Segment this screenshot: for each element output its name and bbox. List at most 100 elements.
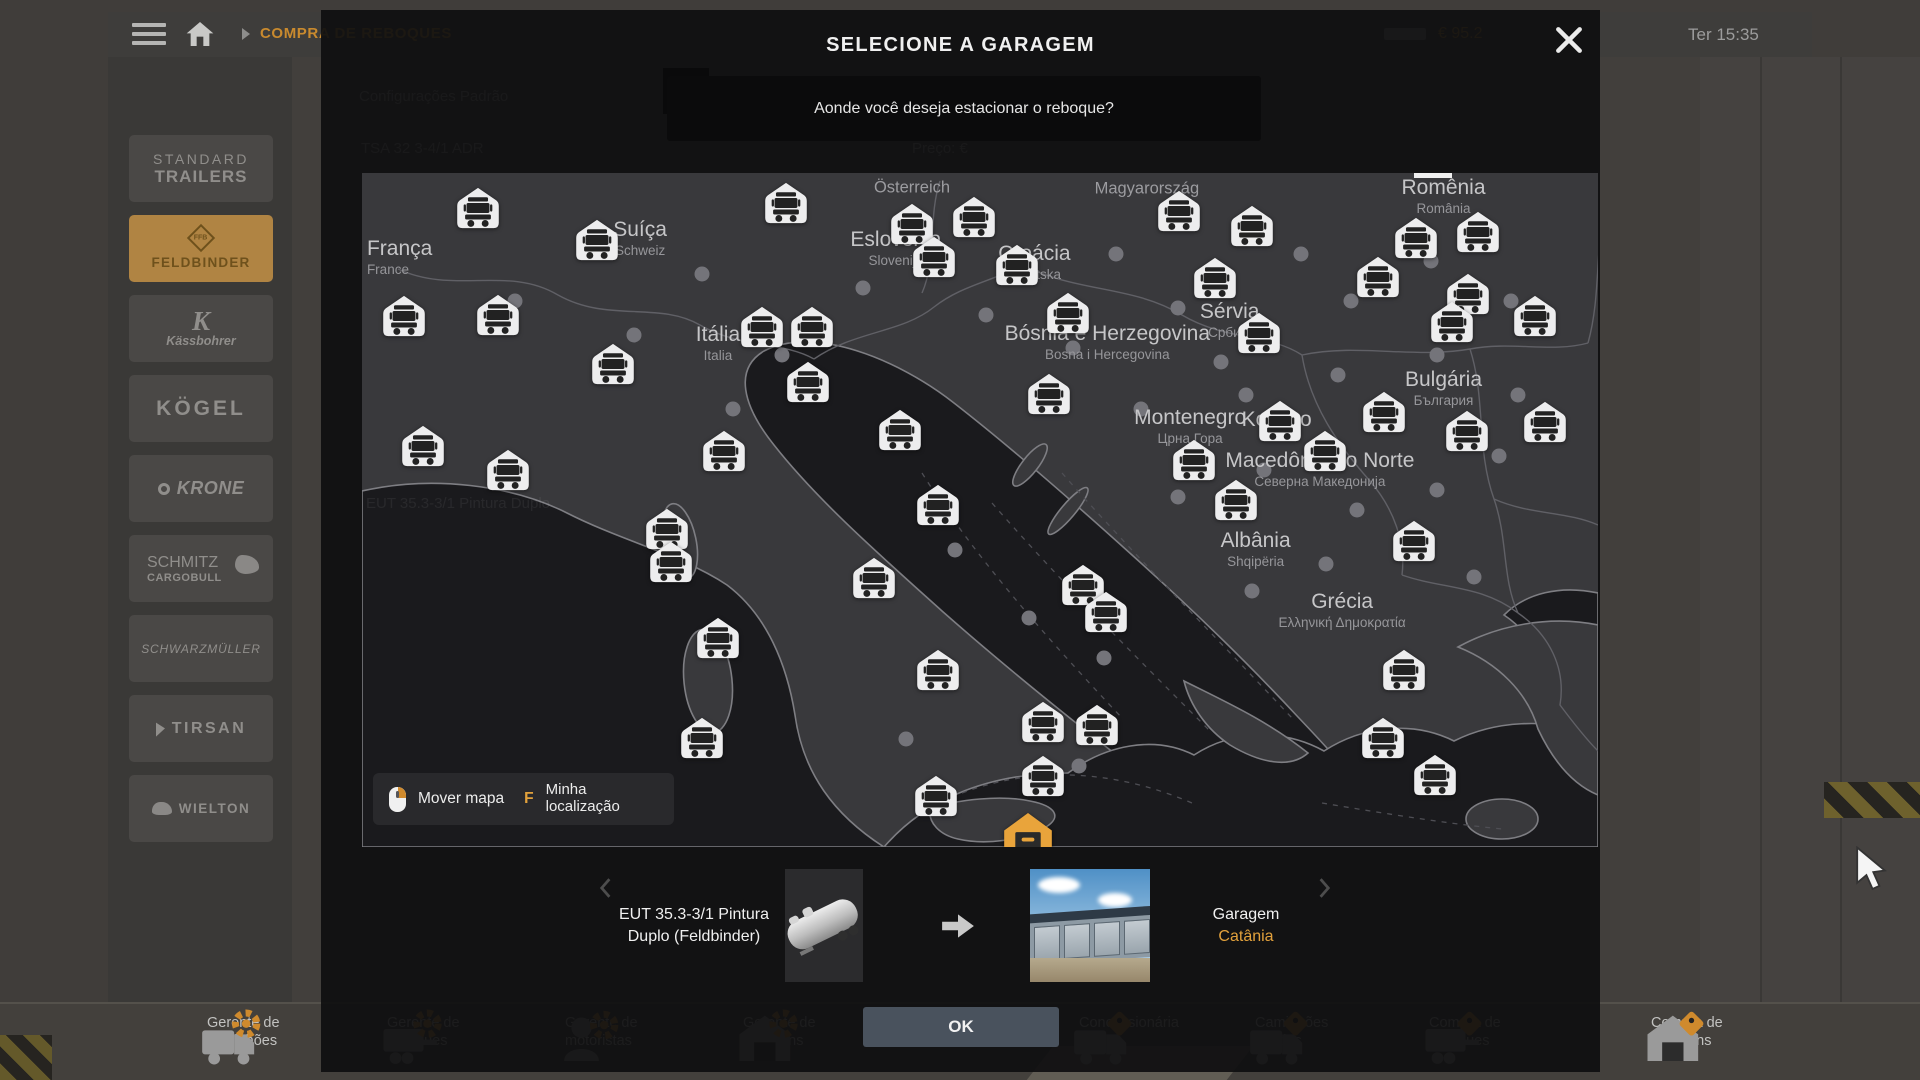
camel-icon — [152, 802, 172, 815]
garage-marker-icon[interactable] — [877, 408, 923, 451]
garage-marker-icon[interactable] — [789, 305, 835, 348]
city-dot — [1238, 388, 1253, 403]
garage-marker-icon[interactable] — [911, 236, 957, 279]
country-name: Romênia — [1401, 176, 1485, 200]
garage-marker-icon[interactable] — [1522, 401, 1568, 444]
garage-marker-icon[interactable] — [590, 342, 636, 385]
sidebar-brand-kassbohrer[interactable]: KKässbohrer — [129, 295, 273, 362]
garage-marker-icon[interactable] — [1026, 373, 1072, 416]
garage-marker-icon[interactable] — [1171, 439, 1217, 482]
country-name: Albânia — [1221, 529, 1291, 553]
country-name: Grécia — [1279, 590, 1406, 614]
garage-marker-icon[interactable] — [1074, 704, 1120, 747]
garage-marker-icon[interactable] — [1156, 189, 1202, 232]
garage-marker-icon[interactable] — [1192, 257, 1238, 300]
hamburger-menu-icon[interactable] — [132, 23, 166, 47]
garage-marker-icon[interactable] — [679, 717, 725, 760]
garage-marker-icon[interactable] — [1512, 294, 1558, 337]
garage-marker-icon[interactable] — [1229, 204, 1275, 247]
garage-marker-icon[interactable] — [1045, 291, 1091, 334]
garage-marker-icon[interactable] — [1213, 478, 1259, 521]
sidebar-brand-schmitz[interactable]: SCHMITZCARGOBULL — [129, 535, 273, 602]
garage-map[interactable]: ÖsterreichMagyarországRomêniaRomâniaSuíç… — [362, 173, 1598, 847]
key-hint-f[interactable]: F — [524, 790, 533, 808]
garage-label: Garagem — [1213, 906, 1280, 924]
home-icon[interactable] — [184, 18, 216, 50]
garage-marker-icon[interactable] — [785, 360, 831, 403]
garage-marker-icon[interactable] — [400, 424, 446, 467]
sidebar-brand-krone[interactable]: KRONE — [129, 455, 273, 522]
garage-marker-icon[interactable] — [1381, 648, 1427, 691]
city-dot — [1170, 489, 1185, 504]
country-label-osterreich: Österreich — [874, 178, 950, 197]
garage-marker-icon[interactable] — [485, 449, 531, 492]
garage-marker-icon[interactable] — [1302, 429, 1348, 472]
mouse-icon — [389, 787, 406, 812]
country-label-grecia: GréciaΕλληνική Δημοκρατία — [1279, 590, 1406, 630]
garage-marker-icon[interactable] — [851, 557, 897, 600]
garage-marker-icon[interactable] — [701, 429, 747, 472]
garage-marker-icon[interactable] — [913, 774, 959, 817]
mouse-cursor-icon — [1852, 846, 1890, 892]
my-location-label[interactable]: Minha localização — [546, 782, 658, 816]
country-native-name: Bosna i Hercegovina — [1005, 347, 1210, 362]
krone-ring-icon — [158, 483, 170, 495]
garage-marker-icon[interactable] — [1455, 210, 1501, 253]
garage-marker-icon[interactable] — [1412, 753, 1458, 796]
garage-marker-icon[interactable] — [739, 305, 785, 348]
garage-marker-icon[interactable] — [1236, 312, 1282, 355]
garage-marker-icon[interactable] — [1391, 520, 1437, 563]
arrow-right-icon — [940, 911, 976, 941]
sidebar-brand-tirsan[interactable]: TIRSAN — [129, 695, 273, 762]
garage-marker-icon[interactable] — [455, 187, 501, 230]
garage-marker-icon[interactable] — [1355, 255, 1401, 298]
garage-marker-icon[interactable] — [1257, 400, 1303, 443]
question-box: Aonde você deseja estacionar o reboque? — [667, 76, 1261, 141]
garage-marker-icon[interactable] — [1083, 591, 1129, 634]
selected-garage-marker-icon[interactable] — [1001, 811, 1055, 847]
garage-marker-icon[interactable] — [1360, 717, 1406, 760]
city-dot — [948, 543, 963, 558]
brand-label: STANDARD — [153, 151, 249, 167]
garage-marker-icon[interactable] — [1020, 701, 1066, 744]
sidebar-brand-feldbinder[interactable]: FFBFELDBINDER — [129, 215, 273, 282]
nav-gerente-de-caminhoes[interactable]: Gerente de caminhões — [152, 1000, 311, 1064]
garage-marker-icon[interactable] — [695, 617, 741, 660]
nav-compra-de-garagens[interactable]: Compra de garagens — [1596, 1000, 1755, 1064]
ok-button[interactable]: OK — [863, 1007, 1059, 1047]
country-native-name: Shqipëria — [1221, 554, 1291, 569]
garage-marker-icon[interactable] — [1361, 390, 1407, 433]
garage-marker-icon[interactable] — [1444, 410, 1490, 453]
garage-photo — [1030, 869, 1150, 982]
sidebar-brand-schwarzmuller[interactable]: SCHWARZMÜLLER — [129, 615, 273, 682]
move-map-label: Mover mapa — [418, 790, 504, 808]
country-label-bosnia-e-herzegovina: Bósnia e HerzegovinaBosna i Hercegovina — [1005, 322, 1210, 362]
garage-marker-icon[interactable] — [574, 218, 620, 261]
garage-marker-icon[interactable] — [915, 483, 961, 526]
garage-marker-icon[interactable] — [1393, 216, 1439, 259]
brand-label: WIELTON — [179, 801, 251, 816]
garage-marker-icon[interactable] — [915, 648, 961, 691]
chevron-right-icon[interactable] — [1318, 877, 1332, 899]
garage-marker-icon[interactable] — [1429, 300, 1475, 343]
garage-marker-icon[interactable] — [994, 243, 1040, 286]
garage-marker-icon[interactable] — [475, 293, 521, 336]
sidebar-brand-standard-trailers[interactable]: STANDARDTRAILERS — [129, 135, 273, 202]
country-native-name: Italia — [696, 348, 740, 363]
garage-marker-icon[interactable] — [381, 294, 427, 337]
kassbohrer-k-icon: K — [192, 309, 210, 333]
sidebar-brand-wielton[interactable]: WIELTON — [129, 775, 273, 842]
brand-label: Kässbohrer — [166, 334, 235, 348]
garage-marker-icon[interactable] — [648, 540, 694, 583]
sidebar-brand-kogel[interactable]: KÖGEL — [129, 375, 273, 442]
city-dot — [1071, 759, 1086, 774]
garage-marker-icon[interactable] — [1020, 755, 1066, 798]
close-icon[interactable] — [1553, 24, 1585, 56]
trailer-name: EUT 35.3-3/1 Pintura Duplo (Feldbinder) — [602, 869, 786, 982]
garage-marker-icon[interactable] — [763, 182, 809, 225]
garage-marker-icon[interactable] — [951, 195, 997, 238]
country-name: Itália — [696, 323, 740, 347]
country-label-italia: ItáliaItalia — [696, 323, 740, 363]
city-dot — [1244, 583, 1259, 598]
brand-label: KRONE — [177, 478, 245, 499]
